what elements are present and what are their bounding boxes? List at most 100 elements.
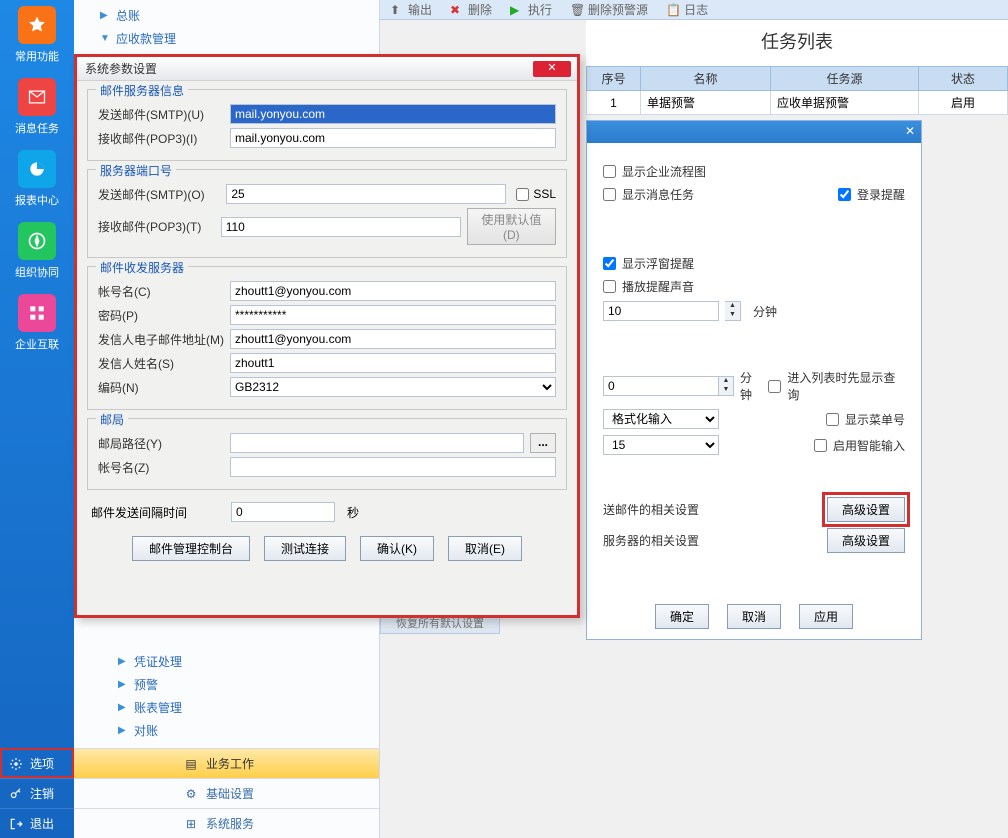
group-postoffice: 邮局 邮局路径(Y)... 帐号名(Z): [87, 418, 567, 490]
chk-login[interactable]: [838, 188, 851, 201]
play-icon: ▶: [510, 3, 524, 17]
ssl-checkbox[interactable]: [516, 188, 529, 201]
mail-console-button[interactable]: 邮件管理控制台: [132, 536, 250, 561]
from-name-input[interactable]: [230, 353, 556, 373]
apps-icon: [18, 294, 56, 332]
sidebar-bottom: 选项 注销 退出: [0, 748, 74, 838]
trash-icon: 🗑: [570, 3, 584, 17]
tree-item-receivables[interactable]: ▼应收款管理: [74, 27, 379, 50]
num0-input[interactable]: [603, 376, 719, 396]
chk-list[interactable]: [768, 380, 781, 393]
group-port: 服务器端口号 发送邮件(SMTP)(O)SSL 接收邮件(POP3)(T)使用默…: [87, 169, 567, 258]
close-icon[interactable]: ✕: [905, 124, 915, 138]
interval-row: 邮件发送间隔时间 秒: [77, 494, 577, 530]
cancel-button[interactable]: 取消: [727, 604, 781, 629]
group-mail-server: 邮件服务器信息 发送邮件(SMTP)(U) 接收邮件(POP3)(I): [87, 89, 567, 161]
group-legend: 邮件收发服务器: [96, 259, 188, 276]
col-seq[interactable]: 序号: [587, 67, 641, 91]
dialog-titlebar[interactable]: 系统参数设置 ✕: [77, 57, 577, 81]
settings-panel: ✕ 显示企业流程图 显示消息任务 登录提醒 显示浮窗提醒 播放提醒声音 ▲▼分钟…: [586, 120, 922, 640]
browse-button[interactable]: ...: [530, 433, 556, 453]
tree-item-alert[interactable]: ▶ 预警: [74, 673, 379, 696]
close-icon[interactable]: ✕: [533, 61, 571, 77]
tab-label: 系统服务: [206, 815, 254, 832]
sidebar-item-ent[interactable]: 企业互联: [0, 288, 74, 360]
post-path-input[interactable]: [230, 433, 524, 453]
password-input[interactable]: [230, 305, 556, 325]
doc-icon: ▤: [184, 757, 198, 771]
minutes-input[interactable]: [603, 301, 719, 321]
chk-menu[interactable]: [826, 413, 839, 426]
logout-button[interactable]: 注销: [0, 778, 74, 808]
smtp-port-input[interactable]: [226, 184, 506, 204]
sidebar-item-common[interactable]: 常用功能: [0, 0, 74, 72]
tool-export[interactable]: ⬆输出: [390, 1, 432, 18]
col-name[interactable]: 名称: [641, 67, 771, 91]
advanced-server-button[interactable]: 高级设置: [827, 528, 905, 553]
sidebar-item-report[interactable]: 报表中心: [0, 144, 74, 216]
group-legend: 服务器端口号: [96, 162, 176, 179]
tree-label: 凭证处理: [134, 653, 182, 670]
pop3-server-input[interactable]: [230, 128, 556, 148]
exit-label: 退出: [30, 815, 54, 832]
tool-delete-alert[interactable]: 🗑删除预警源: [570, 1, 648, 18]
chk-float[interactable]: [603, 257, 616, 270]
apply-button[interactable]: 应用: [799, 604, 853, 629]
arrow-right-icon: ▶: [118, 725, 128, 736]
val15-select[interactable]: 15: [603, 435, 719, 455]
sidebar-label: 企业互联: [2, 336, 72, 352]
group-legend: 邮件服务器信息: [96, 82, 188, 99]
tab-basic[interactable]: ⚙基础设置: [74, 778, 379, 808]
compass-icon: [18, 222, 56, 260]
tree-item-general-ledger[interactable]: ▶总账: [74, 4, 379, 27]
encoding-select[interactable]: GB2312: [230, 377, 556, 397]
task-list-panel: 任务列表 序号 名称 任务源 状态 1 单据预警 应收单据预警 启用: [586, 20, 1008, 115]
test-connection-button[interactable]: 测试连接: [264, 536, 346, 561]
tree-item-reports[interactable]: ▶账表管理: [74, 696, 379, 719]
chk-smart[interactable]: [814, 439, 827, 452]
post-account-input[interactable]: [230, 457, 556, 477]
settings-header: ✕: [587, 121, 921, 143]
spin-buttons[interactable]: ▲▼: [719, 376, 734, 396]
from-address-input[interactable]: [230, 329, 556, 349]
star-icon: [18, 6, 56, 44]
chk-flow[interactable]: [603, 165, 616, 178]
col-status[interactable]: 状态: [919, 67, 1008, 91]
confirm-button[interactable]: 确认(K): [360, 536, 434, 561]
options-label: 选项: [30, 755, 54, 772]
sidebar-item-msg[interactable]: 消息任务: [0, 72, 74, 144]
tree-item-voucher[interactable]: ▶凭证处理: [74, 650, 379, 673]
sidebar-item-org[interactable]: 组织协同: [0, 216, 74, 288]
chart-icon: [18, 150, 56, 188]
tree-label: 应收款管理: [116, 30, 176, 47]
service-icon: ⊞: [184, 817, 198, 831]
group-account: 邮件收发服务器 帐号名(C) 密码(P) 发信人电子邮件地址(M) 发信人姓名(…: [87, 266, 567, 410]
exit-button[interactable]: 退出: [0, 808, 74, 838]
tree-label: 预警: [134, 676, 158, 693]
use-default-button[interactable]: 使用默认值(D): [467, 208, 556, 245]
tree-item-reconcile[interactable]: ▶对账: [74, 719, 379, 742]
dialog-buttons: 邮件管理控制台 测试连接 确认(K) 取消(E): [77, 530, 577, 571]
account-input[interactable]: [230, 281, 556, 301]
mail-icon: [18, 78, 56, 116]
chk-sound[interactable]: [603, 280, 616, 293]
advanced-mail-button[interactable]: 高级设置: [827, 497, 905, 522]
chk-msg[interactable]: [603, 188, 616, 201]
ok-button[interactable]: 确定: [655, 604, 709, 629]
smtp-server-input[interactable]: [230, 104, 556, 124]
tab-business[interactable]: ▤业务工作: [74, 748, 379, 778]
pop3-port-input[interactable]: [221, 217, 461, 237]
col-source[interactable]: 任务源: [771, 67, 919, 91]
task-list-title: 任务列表: [586, 20, 1008, 66]
options-button[interactable]: 选项: [0, 748, 74, 778]
tool-log[interactable]: 📋日志: [666, 1, 708, 18]
spin-buttons[interactable]: ▲▼: [725, 301, 741, 321]
interval-input[interactable]: [231, 502, 335, 522]
tool-delete[interactable]: ✖删除: [450, 1, 492, 18]
format-select[interactable]: 格式化输入: [603, 409, 719, 429]
tab-system[interactable]: ⊞ 系统服务: [74, 808, 379, 838]
cancel-button[interactable]: 取消(E): [448, 536, 522, 561]
table-row[interactable]: 1 单据预警 应收单据预警 启用: [587, 91, 1008, 115]
arrow-right-icon: ▶: [118, 679, 128, 690]
tool-execute[interactable]: ▶执行: [510, 1, 552, 18]
